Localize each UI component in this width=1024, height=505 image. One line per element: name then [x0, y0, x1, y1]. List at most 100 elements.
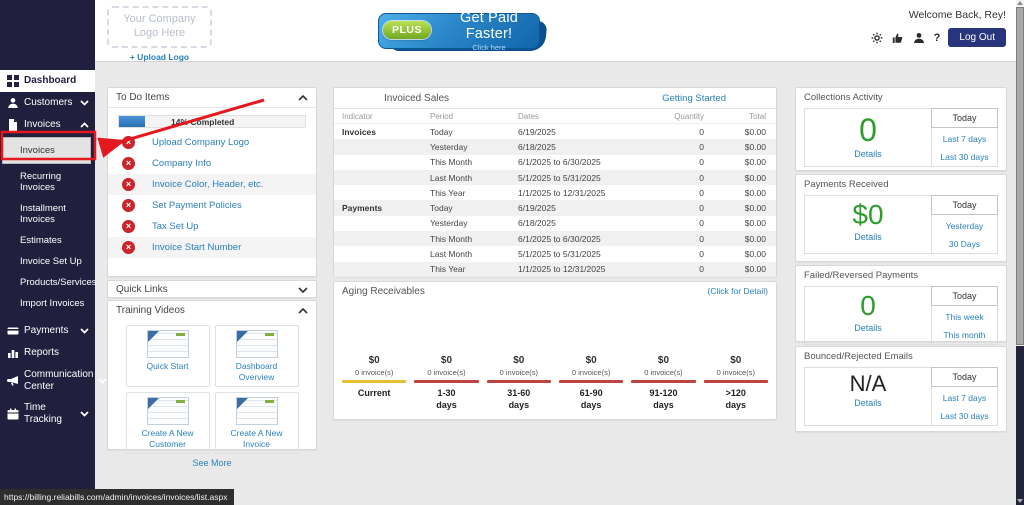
vertical-scrollbar[interactable] — [1016, 0, 1024, 505]
table-row: This Month6/1/2025 to 6/30/20250$0.00 — [334, 155, 776, 170]
video-create-new-invoice[interactable]: Create A New Invoice — [215, 392, 299, 454]
todo-row: × Tax Set Up — [108, 216, 316, 237]
incomplete-x-icon: × — [122, 220, 135, 233]
banner-click-here[interactable]: Click here — [441, 43, 537, 52]
scrollbar-up-arrow-icon[interactable] — [1017, 1, 1023, 5]
range-link[interactable]: 30 Days — [932, 235, 997, 253]
todo-link-invoice-start-number[interactable]: Invoice Start Number — [152, 242, 241, 253]
bucket-bar — [342, 380, 406, 383]
upload-logo-link[interactable]: + Upload Logo — [107, 52, 212, 62]
sidebar-item-payments[interactable]: Payments — [0, 320, 95, 342]
collapse-chevron-up-icon[interactable] — [298, 308, 308, 314]
submenu-item-invoices[interactable]: Invoices — [2, 137, 91, 164]
range-tab-today[interactable]: Today — [931, 367, 998, 387]
sidebar-item-label: Time Tracking — [24, 402, 75, 425]
aging-bucket-31-60[interactable]: $0 0 invoice(s) 31-60days — [483, 355, 555, 411]
aging-buckets: $0 0 invoice(s) Current $0 0 invoice(s) … — [338, 355, 772, 411]
scrollbar-down-arrow-icon[interactable] — [1017, 499, 1023, 503]
logout-button[interactable]: Log Out — [948, 28, 1006, 47]
bucket-bar — [414, 380, 478, 383]
click-for-detail-link[interactable]: (Click for Detail) — [708, 286, 768, 296]
todo-link-payment-policies[interactable]: Set Payment Policies — [152, 200, 242, 211]
todo-items-panel: To Do Items 14% Completed × Upload Compa… — [107, 87, 317, 277]
user-icon[interactable] — [913, 31, 926, 44]
bar-chart-icon — [7, 347, 19, 359]
range-link[interactable]: Yesterday — [932, 217, 997, 235]
aging-bucket-over-120[interactable]: $0 0 invoice(s) >120days — [700, 355, 772, 411]
submenu-item-installment-invoices[interactable]: Installment Invoices — [0, 198, 95, 230]
stat-panel-title: Bounced/Rejected Emails — [796, 347, 1006, 365]
bucket-bar — [487, 380, 551, 383]
collapse-chevron-up-icon[interactable] — [298, 95, 308, 101]
range-link[interactable]: This month — [932, 326, 997, 344]
todo-row: × Company Info — [108, 153, 316, 174]
details-link[interactable]: Details — [805, 398, 931, 408]
submenu-item-estimates[interactable]: Estimates — [0, 230, 95, 251]
todo-row: × Set Payment Policies — [108, 195, 316, 216]
aging-bucket-61-90[interactable]: $0 0 invoice(s) 61-90days — [555, 355, 627, 411]
top-header: Your CompanyLogo Here + Upload Logo Get … — [95, 0, 1016, 62]
table-row: Last Month5/1/2025 to 5/31/20250$0.00 — [334, 170, 776, 185]
collapse-chevron-down-icon[interactable] — [298, 287, 308, 293]
stat-value: 0 — [805, 292, 931, 320]
see-more-link[interactable]: See More — [108, 458, 316, 468]
scrollbar-thumb[interactable] — [1016, 7, 1024, 345]
range-link[interactable]: Last 7 days — [932, 389, 997, 407]
todo-link-upload-logo[interactable]: Upload Company Logo — [152, 137, 249, 148]
range-tab-today[interactable]: Today — [931, 286, 998, 306]
stat-panel-title: Collections Activity — [796, 88, 1006, 106]
gear-icon[interactable] — [871, 31, 884, 44]
sidebar-item-customers[interactable]: Customers — [0, 92, 95, 114]
details-link[interactable]: Details — [805, 232, 931, 242]
stat-panel-title: Payments Received — [796, 175, 1006, 193]
submenu-item-invoice-set-up[interactable]: Invoice Set Up — [0, 251, 95, 272]
range-link[interactable]: Last 30 days — [932, 148, 997, 166]
todo-row: × Invoice Color, Header, etc. — [108, 174, 316, 195]
aging-bucket-91-120[interactable]: $0 0 invoice(s) 91-120days — [627, 355, 699, 411]
table-row: This Year1/1/2025 to 12/31/20250$0.00 — [334, 262, 776, 277]
aging-bucket-1-30[interactable]: $0 0 invoice(s) 1-30days — [410, 355, 482, 411]
video-create-new-customer[interactable]: Create A New Customer — [126, 392, 210, 454]
submenu-item-products-services[interactable]: Products/Services — [0, 272, 95, 293]
thumbs-up-icon[interactable] — [892, 31, 905, 44]
stat-value: N/A — [805, 373, 931, 395]
sidebar-item-label: Communication Center — [24, 369, 93, 392]
aging-bucket-current[interactable]: $0 0 invoice(s) Current — [338, 355, 410, 411]
details-link[interactable]: Details — [805, 323, 931, 333]
range-tab-today[interactable]: Today — [931, 195, 998, 215]
help-icon[interactable]: ? — [934, 32, 941, 44]
incomplete-x-icon: × — [122, 178, 135, 191]
todo-list: × Upload Company Logo × Company Info × I… — [108, 132, 316, 258]
col-dates: Dates — [518, 112, 636, 121]
submenu-item-recurring-invoices[interactable]: Recurring Invoices — [0, 166, 95, 198]
video-quick-start[interactable]: Quick Start — [126, 325, 210, 387]
todo-link-tax-set-up[interactable]: Tax Set Up — [152, 221, 198, 232]
get-paid-faster-banner[interactable]: Get Paid Faster! Click here PLUS — [378, 13, 548, 53]
sidebar-item-invoices[interactable]: Invoices — [0, 114, 95, 136]
sidebar-item-reports[interactable]: Reports — [0, 342, 95, 364]
range-tab-today[interactable]: Today — [931, 108, 998, 128]
bounced-rejected-emails-panel: Bounced/Rejected Emails N/A Details Toda… — [795, 346, 1007, 432]
getting-started-link[interactable]: Getting Started — [662, 93, 726, 104]
failed-reversed-payments-panel: Failed/Reversed Payments 0 Details Today… — [795, 265, 1007, 342]
sidebar: Dashboard Customers Invoices Invoices Re… — [0, 0, 95, 505]
table-row: This Year1/1/2025 to 12/31/20250$0.00 — [334, 185, 776, 200]
range-link[interactable]: Last 7 days — [932, 130, 997, 148]
submenu-item-import-invoices[interactable]: Import Invoices — [0, 293, 95, 314]
range-link[interactable]: This week — [932, 308, 997, 326]
chevron-down-icon — [98, 378, 108, 384]
col-quantity: Quantity — [636, 112, 704, 121]
company-logo-placeholder[interactable]: Your CompanyLogo Here — [107, 6, 212, 48]
details-link[interactable]: Details — [805, 149, 931, 159]
todo-link-invoice-color[interactable]: Invoice Color, Header, etc. — [152, 179, 263, 190]
range-link[interactable]: Last 30 days — [932, 407, 997, 425]
video-dashboard-overview[interactable]: Dashboard Overview — [215, 325, 299, 387]
stat-value: 0 — [805, 114, 931, 146]
sidebar-item-dashboard[interactable]: Dashboard — [0, 70, 95, 92]
sidebar-item-time-tracking[interactable]: Time Tracking — [0, 397, 95, 430]
quick-links-panel: Quick Links — [107, 280, 317, 298]
sidebar-item-communication-center[interactable]: Communication Center — [0, 364, 95, 397]
sidebar-item-label: Customers — [24, 97, 72, 109]
todo-link-company-info[interactable]: Company Info — [152, 158, 211, 169]
invoices-submenu: Invoices Recurring Invoices Installment … — [0, 137, 95, 314]
